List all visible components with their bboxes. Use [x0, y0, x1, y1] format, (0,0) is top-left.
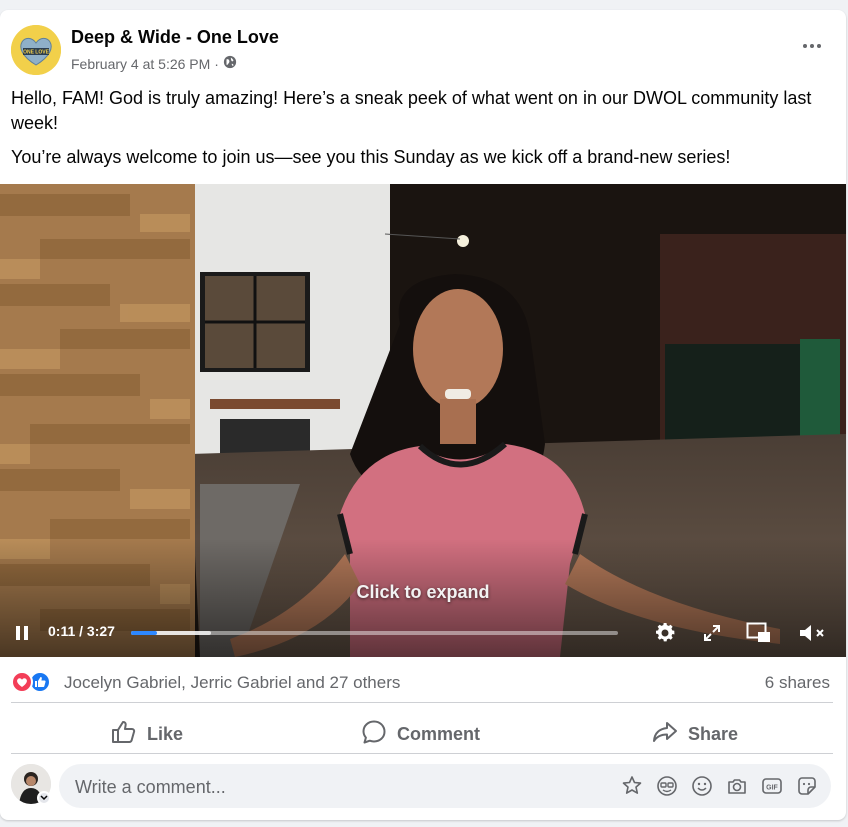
fullscreen-icon[interactable]: [700, 621, 724, 645]
chevron-down-icon[interactable]: [37, 791, 51, 805]
settings-icon[interactable]: [651, 619, 679, 647]
frame-icon[interactable]: [656, 775, 678, 797]
page-name-link[interactable]: Deep & Wide - One Love: [71, 27, 279, 48]
reaction-names[interactable]: Jocelyn Gabriel, Jerric Gabriel and 27 o…: [64, 673, 400, 693]
post-paragraph: Hello, FAM! God is truly amazing! Here’s…: [11, 88, 812, 133]
globe-icon[interactable]: [223, 55, 237, 72]
meta-separator: ·: [214, 55, 219, 72]
comment-composer: GIF: [59, 764, 831, 810]
post-timestamp[interactable]: February 4 at 5:26 PM: [71, 56, 210, 72]
thumbs-up-icon: [111, 720, 137, 749]
avatar-sticker-icon[interactable]: [621, 775, 643, 797]
comment-button[interactable]: Comment: [361, 714, 480, 754]
more-options-button[interactable]: [798, 32, 826, 60]
love-reaction-icon: [11, 671, 33, 693]
comment-bubble-icon: [361, 719, 387, 750]
muted-volume-icon[interactable]: [797, 621, 827, 645]
sticker-icon[interactable]: [796, 775, 818, 797]
click-to-expand-label[interactable]: Click to expand: [0, 582, 846, 603]
reaction-icons[interactable]: [11, 670, 51, 694]
divider: [11, 702, 833, 703]
video-time: 0:11 / 3:27: [48, 623, 115, 639]
gif-icon-text: GIF: [766, 785, 778, 792]
pause-icon[interactable]: [12, 623, 32, 643]
share-arrow-icon: [652, 720, 678, 749]
share-button[interactable]: Share: [652, 714, 738, 754]
shares-count[interactable]: 6 shares: [765, 673, 830, 693]
camera-icon[interactable]: [726, 775, 748, 797]
video-controls: 0:11 / 3:27: [0, 614, 846, 654]
page-avatar[interactable]: ONE LOVE: [11, 25, 61, 75]
comment-label: Comment: [397, 723, 481, 744]
gif-icon[interactable]: GIF: [761, 775, 783, 797]
divider: [11, 753, 833, 754]
like-button[interactable]: Like: [111, 714, 183, 754]
played-bar: [131, 631, 157, 635]
video-player[interactable]: Click to expand 0:11 / 3:27: [0, 184, 846, 657]
post-paragraph: You’re always welcome to join us—see you…: [11, 147, 731, 167]
video-progress-bar[interactable]: [131, 631, 618, 635]
emoji-icon[interactable]: [691, 775, 713, 797]
post-card: ONE LOVE Deep & Wide - One Love February…: [0, 10, 846, 820]
post-body: Hello, FAM! God is truly amazing! Here’s…: [11, 86, 831, 179]
miniplayer-icon[interactable]: [745, 620, 773, 646]
avatar-logo-text: ONE LOVE: [23, 50, 50, 56]
post-meta: February 4 at 5:26 PM ·: [71, 55, 237, 72]
share-label: Share: [688, 723, 739, 744]
comment-input[interactable]: [73, 764, 597, 810]
like-label: Like: [147, 723, 184, 744]
